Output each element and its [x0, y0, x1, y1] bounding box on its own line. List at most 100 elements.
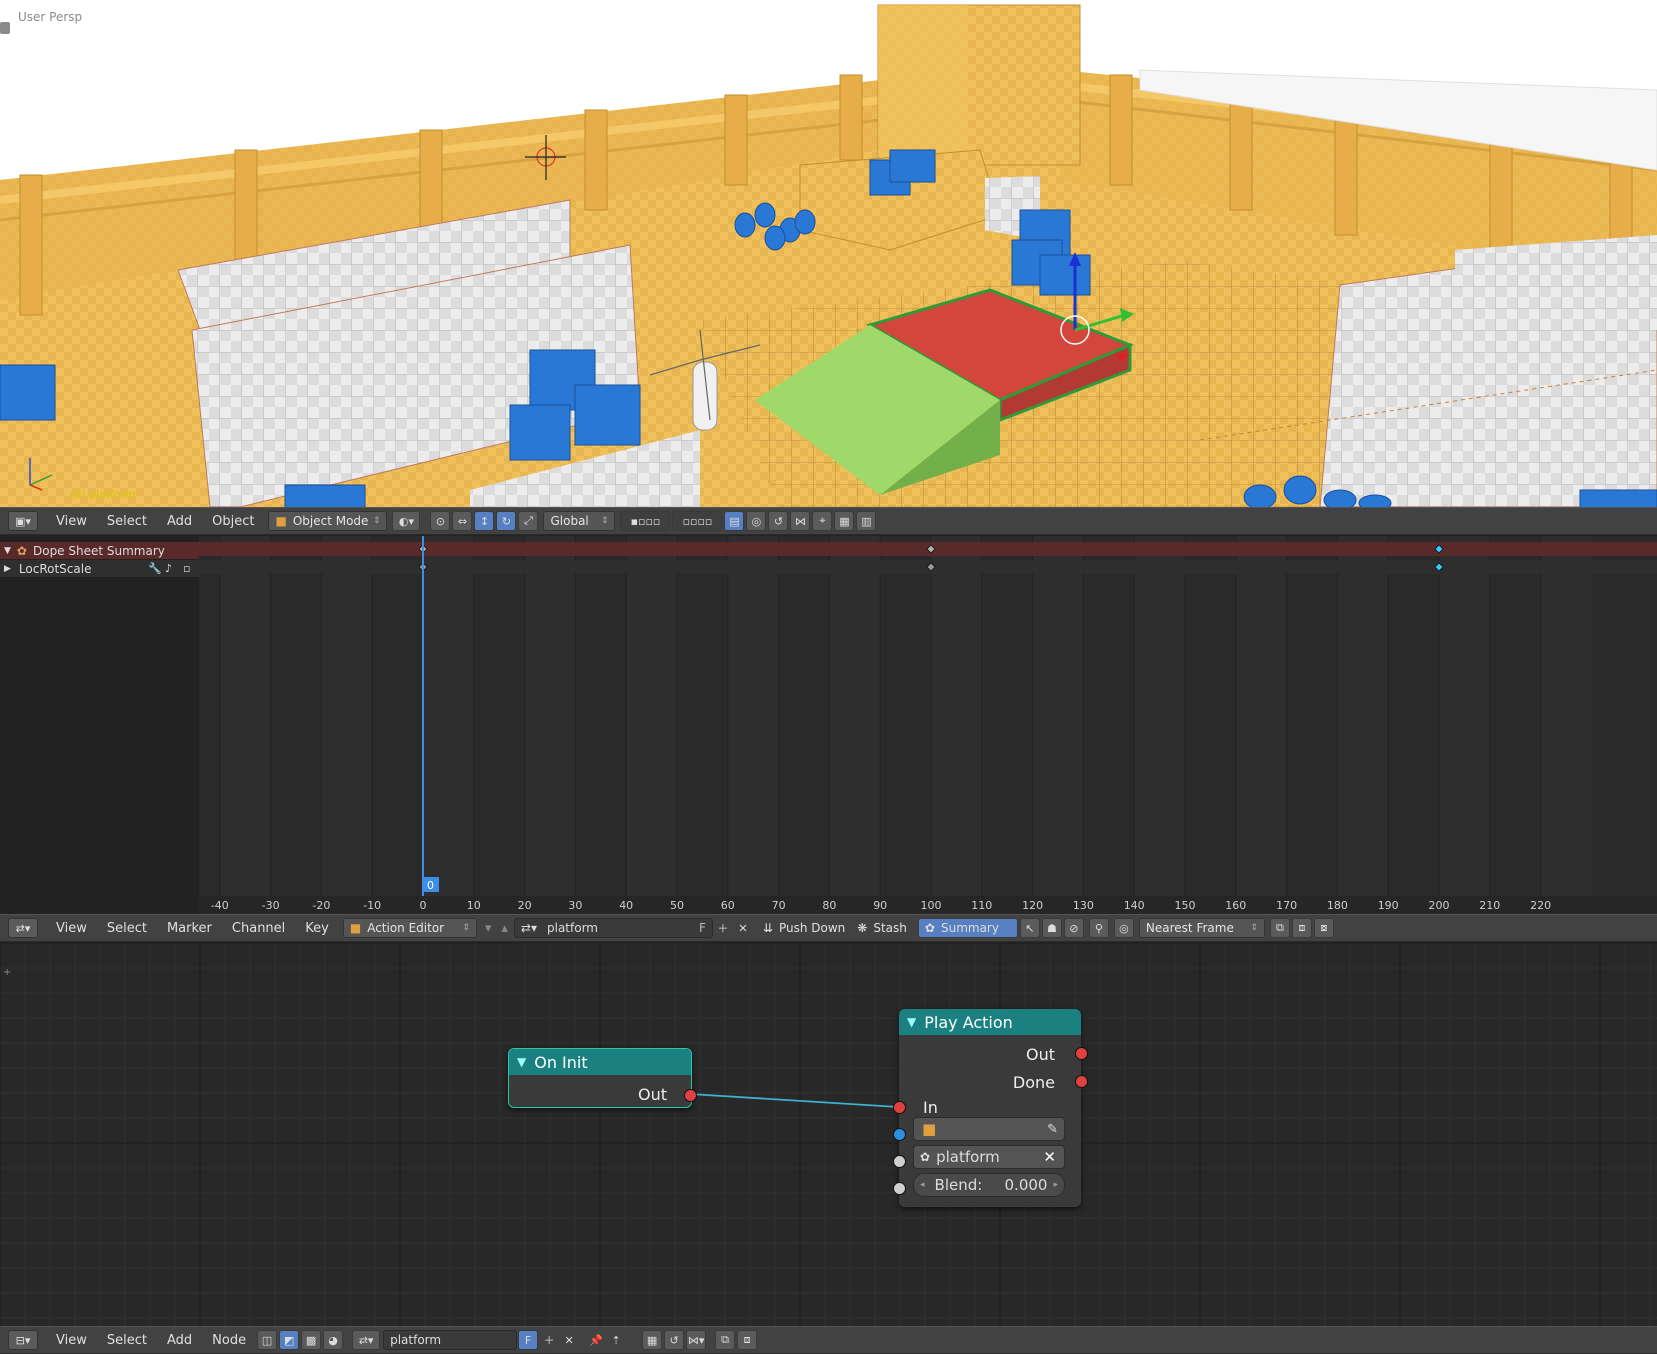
action-datablock-field[interactable]: ⇄▾ platform F: [513, 918, 713, 938]
wrench-icon[interactable]: 🔧: [148, 562, 162, 575]
parent-tree-icon[interactable]: ⇡: [607, 1331, 626, 1349]
proportional-edit-icon[interactable]: ◎: [1113, 918, 1134, 938]
logic-tree-icon[interactable]: ◩: [279, 1330, 300, 1350]
fake-user-toggle[interactable]: F: [699, 921, 706, 935]
node-play-action[interactable]: ▼ Play Action Out Done In ■ ✎ ✿ platform…: [899, 1009, 1081, 1207]
object-field[interactable]: ■ ✎: [913, 1117, 1065, 1141]
new-tree-icon[interactable]: ＋: [540, 1331, 559, 1349]
scale-icon[interactable]: ⤢: [518, 511, 539, 531]
menu-object[interactable]: Object: [202, 514, 264, 529]
speaker-icon[interactable]: ♪: [165, 562, 172, 575]
eyedropper-icon[interactable]: ✎: [1047, 1122, 1058, 1137]
chevron-down-icon[interactable]: ▾: [485, 921, 492, 936]
snap-element-icon[interactable]: ⋈: [790, 511, 811, 531]
tree-name-field[interactable]: platform: [383, 1330, 518, 1350]
backdrop-icon[interactable]: ▦: [642, 1330, 663, 1350]
menu-channel[interactable]: Channel: [222, 921, 295, 936]
action-browse-icon[interactable]: ⇄▾: [521, 921, 537, 935]
node-on-init[interactable]: ▼ On Init Out: [508, 1048, 692, 1108]
rotate-icon[interactable]: ↻: [496, 511, 517, 531]
expand-triangle-icon[interactable]: ▶: [4, 564, 11, 574]
proportional-edit-icon[interactable]: ◎: [746, 511, 767, 531]
shader-tree-icon[interactable]: ◫: [257, 1330, 278, 1350]
render-anim-icon[interactable]: ▥: [856, 511, 877, 531]
menu-select[interactable]: Select: [97, 921, 157, 936]
copy-keys-icon[interactable]: ⧉: [1269, 918, 1290, 938]
channel-action[interactable]: ▶ LocRotScale 🔧 ♪ ▫: [0, 560, 199, 577]
only-selected-icon[interactable]: ↖: [1019, 918, 1040, 938]
layer-buttons[interactable]: ▪▫▫▫: [620, 511, 671, 531]
blend-slider[interactable]: ◂ Blend: 0.000 ▸: [913, 1173, 1065, 1197]
play-action-done-socket[interactable]: [1075, 1075, 1088, 1088]
snap-element-icon[interactable]: ⋈▾: [686, 1330, 707, 1350]
render-icon[interactable]: ▦: [834, 511, 855, 531]
menu-select[interactable]: Select: [97, 514, 157, 529]
dope-sheet-editor[interactable]: ▼ ✿ Dope Sheet Summary ▶ LocRotScale 🔧 ♪…: [0, 536, 1657, 914]
push-down-button[interactable]: ⇊ Push Down: [763, 921, 845, 935]
stash-button[interactable]: ❋ Stash: [857, 921, 907, 935]
snap-toggle-icon[interactable]: ↺: [768, 511, 789, 531]
node-link[interactable]: [689, 1093, 899, 1108]
node-header[interactable]: ▼ On Init: [509, 1049, 691, 1075]
pin-icon[interactable]: 📌: [587, 1331, 606, 1349]
menu-key[interactable]: Key: [295, 921, 339, 936]
editor-type-cube-icon[interactable]: ▣▾: [8, 511, 38, 531]
collapse-triangle-icon[interactable]: ▼: [517, 1055, 526, 1069]
lock-layers-icon[interactable]: ▤: [724, 511, 745, 531]
action-socket[interactable]: [893, 1155, 906, 1168]
menu-node[interactable]: Node: [202, 1333, 256, 1348]
increment-arrow-icon[interactable]: ▸: [1053, 1180, 1058, 1190]
mode-dropdown[interactable]: ■ Object Mode ⇕: [268, 511, 388, 531]
editor-type-dopesheet-icon[interactable]: ⇄▾: [8, 918, 38, 938]
on-init-out-socket[interactable]: [684, 1089, 697, 1102]
compositing-tree-icon[interactable]: ◕: [323, 1330, 344, 1350]
pivot-icon[interactable]: ⊙: [430, 511, 451, 531]
summary-toggle[interactable]: ✿ Summary: [917, 918, 1018, 938]
keyframe-area[interactable]: 0 -40 -30 -20 -10 0 10 20 30 40 50 60 70 80 90 100 110 1…: [199, 536, 1657, 914]
only-errors-icon[interactable]: ⊘: [1063, 918, 1084, 938]
snap-target-icon[interactable]: ⌖: [812, 511, 833, 531]
manipulator-toggle-icon[interactable]: ⇔: [452, 511, 473, 531]
layer-buttons-2[interactable]: ▫▫▫▫: [672, 511, 723, 531]
blend-socket[interactable]: [893, 1182, 906, 1195]
texture-tree-icon[interactable]: ▩: [301, 1330, 322, 1350]
copy-nodes-icon[interactable]: ⧉: [715, 1330, 736, 1350]
clear-icon[interactable]: ✕: [1043, 1148, 1056, 1166]
unlink-action-icon[interactable]: ✕: [733, 919, 752, 937]
decrement-arrow-icon[interactable]: ◂: [920, 1180, 925, 1190]
snap-mode-dropdown[interactable]: Nearest Frame ⇕: [1138, 918, 1265, 938]
object-socket[interactable]: [893, 1128, 906, 1141]
new-action-icon[interactable]: ＋: [713, 919, 732, 937]
menu-view[interactable]: View: [46, 514, 97, 529]
editor-type-node-icon[interactable]: ⊟▾: [8, 1330, 38, 1350]
play-action-in-socket[interactable]: [893, 1101, 906, 1114]
node-editor[interactable]: + ▼ On Init Out ▼ Play Action Out Done I…: [0, 943, 1657, 1326]
collapse-triangle-icon[interactable]: ▼: [907, 1015, 916, 1029]
lock-icon[interactable]: ▫: [183, 562, 190, 575]
menu-add[interactable]: Add: [157, 1333, 202, 1348]
menu-view[interactable]: View: [46, 921, 97, 936]
unlink-tree-icon[interactable]: ✕: [560, 1331, 579, 1349]
show-hidden-icon[interactable]: ☗: [1041, 918, 1062, 938]
dopesheet-mode-dropdown[interactable]: ■ Action Editor ⇕: [342, 918, 477, 938]
chevron-up-icon[interactable]: ▴: [501, 921, 508, 936]
menu-add[interactable]: Add: [157, 514, 202, 529]
play-action-out-socket[interactable]: [1075, 1047, 1088, 1060]
snap-toggle-icon[interactable]: ↺: [664, 1330, 685, 1350]
paste-nodes-icon[interactable]: ⧈: [737, 1330, 758, 1350]
filter-icon[interactable]: ⚲: [1088, 918, 1109, 938]
channel-summary[interactable]: ▼ ✿ Dope Sheet Summary: [0, 542, 199, 559]
toolshelf-toggle[interactable]: [0, 22, 10, 34]
tree-browse-icon[interactable]: ⇄▾: [352, 1330, 381, 1350]
3d-viewport[interactable]: User Persp (0) platform: [0, 0, 1657, 507]
fake-user-toggle[interactable]: F: [518, 1330, 539, 1350]
action-field[interactable]: ✿ platform ✕: [913, 1145, 1065, 1169]
paste-keys-icon[interactable]: ⧈: [1291, 918, 1312, 938]
menu-select[interactable]: Select: [97, 1333, 157, 1348]
add-sidebar-toggle-icon[interactable]: +: [3, 967, 11, 978]
node-header[interactable]: ▼ Play Action: [899, 1009, 1081, 1035]
paste-flipped-icon[interactable]: ⧇: [1313, 918, 1334, 938]
translate-icon[interactable]: ↕: [474, 511, 495, 531]
shading-dropdown[interactable]: ◐▾: [392, 511, 421, 531]
menu-marker[interactable]: Marker: [157, 921, 222, 936]
